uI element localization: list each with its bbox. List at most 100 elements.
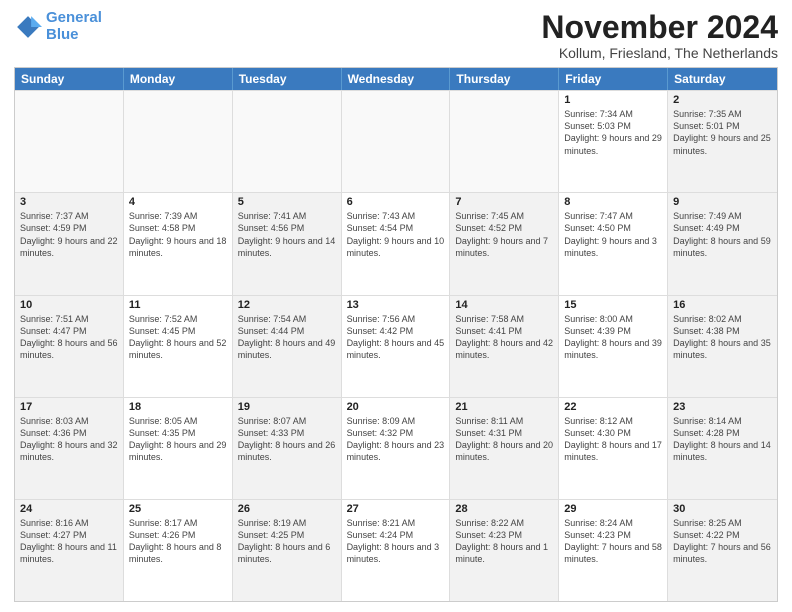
day-info: Sunrise: 8:24 AM Sunset: 4:23 PM Dayligh… bbox=[564, 517, 662, 566]
day-info: Sunrise: 8:09 AM Sunset: 4:32 PM Dayligh… bbox=[347, 415, 445, 464]
day-number: 4 bbox=[129, 196, 227, 208]
calendar-cell: 25Sunrise: 8:17 AM Sunset: 4:26 PM Dayli… bbox=[124, 500, 233, 601]
header: General Blue November 2024 Kollum, Fries… bbox=[14, 10, 778, 61]
day-info: Sunrise: 7:58 AM Sunset: 4:41 PM Dayligh… bbox=[455, 313, 553, 362]
day-number: 14 bbox=[455, 299, 553, 311]
calendar-row: 1 Sunrise: 7:34 AM Sunset: 5:03 PM Daylig… bbox=[15, 90, 777, 192]
calendar-row: 3 Sunrise: 7:37 AM Sunset: 4:59 PM Daylig… bbox=[15, 192, 777, 294]
day-info: Sunrise: 8:11 AM Sunset: 4:31 PM Dayligh… bbox=[455, 415, 553, 464]
header-day: Saturday bbox=[668, 68, 777, 90]
day-info: Sunrise: 8:25 AM Sunset: 4:22 PM Dayligh… bbox=[673, 517, 772, 566]
day-info: Sunrise: 7:49 AM Sunset: 4:49 PM Dayligh… bbox=[673, 210, 772, 259]
day-info: Sunrise: 7:45 AM Sunset: 4:52 PM Dayligh… bbox=[455, 210, 553, 259]
day-number: 24 bbox=[20, 503, 118, 515]
page: General Blue November 2024 Kollum, Fries… bbox=[0, 0, 792, 612]
calendar-cell: 11 Sunrise: 7:52 AM Sunset: 4:45 PM Dayli… bbox=[124, 296, 233, 397]
calendar-cell: 28 Sunrise: 8:22 AM Sunset: 4:23 PM Dayli… bbox=[450, 500, 559, 601]
calendar-cell: 18Sunrise: 8:05 AM Sunset: 4:35 PM Dayli… bbox=[124, 398, 233, 499]
day-info: Sunrise: 7:51 AM Sunset: 4:47 PM Dayligh… bbox=[20, 313, 118, 362]
day-info: Sunrise: 7:41 AM Sunset: 4:56 PM Dayligh… bbox=[238, 210, 336, 259]
day-number: 25 bbox=[129, 503, 227, 515]
day-info: Sunrise: 7:39 AM Sunset: 4:58 PM Dayligh… bbox=[129, 210, 227, 259]
day-info: Sunrise: 8:07 AM Sunset: 4:33 PM Dayligh… bbox=[238, 415, 336, 464]
calendar-cell: 17 Sunrise: 8:03 AM Sunset: 4:36 PM Dayli… bbox=[15, 398, 124, 499]
logo-line1: General bbox=[46, 9, 102, 26]
logo: General Blue bbox=[14, 10, 102, 43]
calendar: SundayMondayTuesdayWednesdayThursdayFrid… bbox=[14, 67, 778, 602]
day-info: Sunrise: 7:56 AM Sunset: 4:42 PM Dayligh… bbox=[347, 313, 445, 362]
day-info: Sunrise: 8:05 AM Sunset: 4:35 PM Dayligh… bbox=[129, 415, 227, 464]
logo-icon bbox=[14, 13, 42, 41]
title-block: November 2024 Kollum, Friesland, The Net… bbox=[541, 10, 778, 61]
day-number: 20 bbox=[347, 401, 445, 413]
day-info: Sunrise: 8:03 AM Sunset: 4:36 PM Dayligh… bbox=[20, 415, 118, 464]
day-info: Sunrise: 7:43 AM Sunset: 4:54 PM Dayligh… bbox=[347, 210, 445, 259]
calendar-cell: 23 Sunrise: 8:14 AM Sunset: 4:28 PM Dayli… bbox=[668, 398, 777, 499]
logo-text: General Blue bbox=[46, 10, 102, 43]
calendar-cell: 14 Sunrise: 7:58 AM Sunset: 4:41 PM Dayli… bbox=[450, 296, 559, 397]
calendar-header: SundayMondayTuesdayWednesdayThursdayFrid… bbox=[15, 68, 777, 90]
calendar-cell bbox=[450, 91, 559, 192]
calendar-cell bbox=[15, 91, 124, 192]
day-number: 11 bbox=[129, 299, 227, 311]
day-number: 27 bbox=[347, 503, 445, 515]
day-number: 3 bbox=[20, 196, 118, 208]
day-number: 28 bbox=[455, 503, 553, 515]
calendar-row: 24Sunrise: 8:16 AM Sunset: 4:27 PM Dayli… bbox=[15, 499, 777, 601]
calendar-cell: 30 Sunrise: 8:25 AM Sunset: 4:22 PM Dayli… bbox=[668, 500, 777, 601]
day-number: 17 bbox=[20, 401, 118, 413]
calendar-body: 1 Sunrise: 7:34 AM Sunset: 5:03 PM Daylig… bbox=[15, 90, 777, 601]
day-number: 19 bbox=[238, 401, 336, 413]
day-number: 8 bbox=[564, 196, 662, 208]
day-number: 13 bbox=[347, 299, 445, 311]
day-number: 6 bbox=[347, 196, 445, 208]
day-info: Sunrise: 7:54 AM Sunset: 4:44 PM Dayligh… bbox=[238, 313, 336, 362]
calendar-cell: 3 Sunrise: 7:37 AM Sunset: 4:59 PM Daylig… bbox=[15, 193, 124, 294]
calendar-cell: 21 Sunrise: 8:11 AM Sunset: 4:31 PM Dayli… bbox=[450, 398, 559, 499]
calendar-row: 17 Sunrise: 8:03 AM Sunset: 4:36 PM Dayli… bbox=[15, 397, 777, 499]
logo-line2: Blue bbox=[46, 26, 79, 43]
calendar-cell: 22 Sunrise: 8:12 AM Sunset: 4:30 PM Dayli… bbox=[559, 398, 668, 499]
day-info: Sunrise: 8:12 AM Sunset: 4:30 PM Dayligh… bbox=[564, 415, 662, 464]
calendar-cell: 9 Sunrise: 7:49 AM Sunset: 4:49 PM Daylig… bbox=[668, 193, 777, 294]
day-number: 9 bbox=[673, 196, 772, 208]
day-number: 10 bbox=[20, 299, 118, 311]
header-day: Friday bbox=[559, 68, 668, 90]
day-info: Sunrise: 7:35 AM Sunset: 5:01 PM Dayligh… bbox=[673, 108, 772, 157]
day-info: Sunrise: 8:19 AM Sunset: 4:25 PM Dayligh… bbox=[238, 517, 336, 566]
day-info: Sunrise: 7:34 AM Sunset: 5:03 PM Dayligh… bbox=[564, 108, 662, 157]
day-info: Sunrise: 7:52 AM Sunset: 4:45 PM Dayligh… bbox=[129, 313, 227, 362]
calendar-cell: 5Sunrise: 7:41 AM Sunset: 4:56 PM Daylig… bbox=[233, 193, 342, 294]
day-number: 15 bbox=[564, 299, 662, 311]
header-day: Tuesday bbox=[233, 68, 342, 90]
calendar-cell bbox=[342, 91, 451, 192]
day-number: 2 bbox=[673, 94, 772, 106]
day-number: 23 bbox=[673, 401, 772, 413]
day-number: 30 bbox=[673, 503, 772, 515]
calendar-cell: 16Sunrise: 8:02 AM Sunset: 4:38 PM Dayli… bbox=[668, 296, 777, 397]
calendar-cell: 24Sunrise: 8:16 AM Sunset: 4:27 PM Dayli… bbox=[15, 500, 124, 601]
subtitle: Kollum, Friesland, The Netherlands bbox=[541, 45, 778, 61]
calendar-cell: 7Sunrise: 7:45 AM Sunset: 4:52 PM Daylig… bbox=[450, 193, 559, 294]
calendar-cell bbox=[233, 91, 342, 192]
calendar-cell: 15Sunrise: 8:00 AM Sunset: 4:39 PM Dayli… bbox=[559, 296, 668, 397]
day-number: 1 bbox=[564, 94, 662, 106]
day-info: Sunrise: 7:37 AM Sunset: 4:59 PM Dayligh… bbox=[20, 210, 118, 259]
day-number: 12 bbox=[238, 299, 336, 311]
day-info: Sunrise: 8:21 AM Sunset: 4:24 PM Dayligh… bbox=[347, 517, 445, 566]
day-info: Sunrise: 8:14 AM Sunset: 4:28 PM Dayligh… bbox=[673, 415, 772, 464]
calendar-row: 10 Sunrise: 7:51 AM Sunset: 4:47 PM Dayli… bbox=[15, 295, 777, 397]
day-number: 26 bbox=[238, 503, 336, 515]
day-number: 21 bbox=[455, 401, 553, 413]
header-day: Sunday bbox=[15, 68, 124, 90]
calendar-cell: 13 Sunrise: 7:56 AM Sunset: 4:42 PM Dayli… bbox=[342, 296, 451, 397]
day-info: Sunrise: 8:22 AM Sunset: 4:23 PM Dayligh… bbox=[455, 517, 553, 566]
calendar-cell: 19 Sunrise: 8:07 AM Sunset: 4:33 PM Dayli… bbox=[233, 398, 342, 499]
calendar-cell: 2 Sunrise: 7:35 AM Sunset: 5:01 PM Daylig… bbox=[668, 91, 777, 192]
calendar-cell: 6 Sunrise: 7:43 AM Sunset: 4:54 PM Daylig… bbox=[342, 193, 451, 294]
calendar-cell: 12 Sunrise: 7:54 AM Sunset: 4:44 PM Dayli… bbox=[233, 296, 342, 397]
calendar-cell: 26 Sunrise: 8:19 AM Sunset: 4:25 PM Dayli… bbox=[233, 500, 342, 601]
day-number: 22 bbox=[564, 401, 662, 413]
header-day: Thursday bbox=[450, 68, 559, 90]
calendar-cell: 27 Sunrise: 8:21 AM Sunset: 4:24 PM Dayli… bbox=[342, 500, 451, 601]
